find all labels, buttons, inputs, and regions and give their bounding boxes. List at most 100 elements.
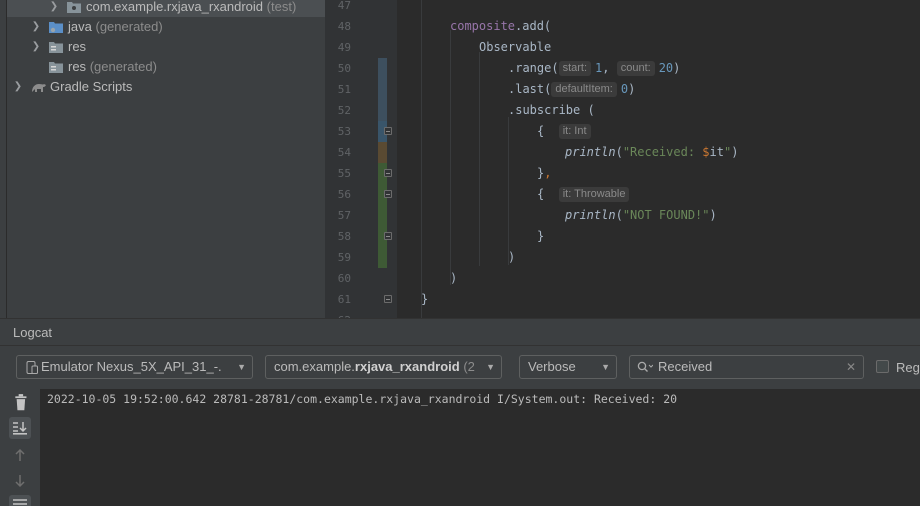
tree-row-java-generated[interactable]: ❯ java (generated) [7,17,325,37]
process-selector[interactable]: com.example.rxjava_rxandroid (2 ▼ [265,355,502,379]
indent-guide [450,30,451,285]
line-number: 55 [337,167,351,180]
code-line-53: { it: Int [537,121,595,142]
left-tool-strip [0,0,7,318]
log-line: 2022-10-05 19:52:00.642 28781-28781/com.… [47,392,678,406]
code-line-49: Observable [479,40,552,54]
resource-folder-icon [49,42,63,53]
code-line-59: ) [508,250,516,264]
logcat-title: Logcat [13,325,53,340]
code-line-52: .subscribe ( [508,103,595,117]
regex-label: Reg [896,360,920,375]
package-folder-icon [67,2,81,13]
soft-wrap-icon [13,499,27,505]
process-prefix: com.example. [274,359,355,374]
line-number: 58 [337,230,351,243]
dropdown-arrow-icon: ▼ [237,362,246,372]
code-line-57: println("NOT FOUND!") [565,208,717,222]
tree-suffix: (generated) [95,19,163,34]
code-line-51: .last(defaultItem: 0) [508,82,636,97]
line-number: 50 [337,62,351,75]
scroll-to-end-icon [13,422,27,435]
fold-marker-icon[interactable] [384,127,392,135]
resource-folder-icon [49,62,63,73]
project-panel: ❯ com.example.rxjava_rxandroid (test) ❯ … [7,0,325,318]
code-line-54: println("Received: $it") [565,145,739,159]
line-number: 52 [337,104,351,117]
editor-gutter: 47 48 49 50 51 52 53 54 55 56 57 58 59 6… [325,0,397,318]
fold-marker-icon[interactable] [384,295,392,303]
line-number: 61 [337,293,351,306]
device-selector[interactable]: Emulator Nexus_5X_API_31_-. ▼ [16,355,253,379]
indent-guide [479,52,480,266]
fold-marker-icon[interactable] [384,190,392,198]
chevron-right-icon[interactable]: ❯ [49,0,59,17]
chevron-right-icon[interactable]: ❯ [13,77,23,97]
chevron-right-icon[interactable]: ❯ [31,17,41,37]
indent-guide [508,117,509,265]
change-marker-modified [378,58,387,121]
device-selector-value: Emulator Nexus_5X_API_31_-. [41,359,222,374]
parameter-hint: count: [616,61,655,76]
tree-row-gradle-scripts[interactable]: ❯ Gradle Scripts [7,77,325,97]
search-icon [637,361,653,372]
tree-label: Gradle Scripts [50,79,133,94]
tree-row-res[interactable]: ❯ res [7,37,325,57]
change-marker-changed [378,142,387,163]
process-pid: (2 [463,359,475,374]
code-line-48: composite.add( [450,19,552,33]
arrow-down-icon[interactable] [14,474,26,488]
tree-row-test-package[interactable]: ❯ com.example.rxjava_rxandroid (test) [7,0,325,17]
process-name: rxjava_rxandroid [354,359,460,374]
code-editor[interactable]: 47 48 49 50 51 52 53 54 55 56 57 58 59 6… [325,0,920,318]
line-number: 47 [337,0,351,12]
tree-suffix: (test) [266,0,297,14]
line-number: 59 [337,251,351,264]
code-line-58: } [537,229,545,243]
arrow-up-icon[interactable] [14,448,26,462]
ide-window: ❯ com.example.rxjava_rxandroid (test) ❯ … [0,0,920,506]
indent-guide [421,0,422,318]
fold-marker-icon[interactable] [384,169,392,177]
code-line-50: .range(start: 1, count: 20) [508,61,681,76]
tree-label: res [68,59,87,74]
tree-row-res-generated[interactable]: res (generated) [7,57,325,77]
code-line-55: }, [537,166,552,180]
line-number: 57 [337,209,351,222]
log-level-value: Verbose [528,359,576,374]
chevron-right-icon[interactable]: ❯ [31,37,41,57]
line-number: 56 [337,188,351,201]
log-level-selector[interactable]: Verbose ▼ [519,355,617,379]
regex-checkbox[interactable] [876,360,889,373]
code-line-60: ) [450,271,458,285]
tree-label: java [68,19,92,34]
logcat-header: Logcat [0,319,920,346]
type-hint: it: Int [558,124,591,139]
tree-suffix: (generated) [89,59,157,74]
fold-marker-icon[interactable] [384,232,392,240]
dropdown-arrow-icon: ▼ [601,362,610,372]
code-line-56: { it: Throwable [537,184,633,205]
line-number: 62 [325,310,351,318]
clear-icon[interactable]: ✕ [846,356,856,378]
line-number: 48 [337,20,351,33]
search-input[interactable]: Received ✕ [629,355,864,379]
line-number: 54 [337,146,351,159]
logcat-output[interactable]: 2022-10-05 19:52:00.642 28781-28781/com.… [40,389,920,506]
gradle-icon [32,84,46,92]
dropdown-arrow-icon: ▼ [482,356,495,378]
change-marker-added [378,163,387,268]
trash-icon[interactable] [12,393,32,413]
line-number: 60 [337,272,351,285]
generated-folder-icon [49,22,63,33]
device-icon [26,361,38,374]
type-hint: it: Throwable [558,187,630,202]
logcat-toolbar [0,389,40,506]
tree-label: res [68,39,87,54]
soft-wrap-button[interactable] [9,495,31,506]
parameter-hint: defaultItem: [551,82,617,97]
code-line-61: } [421,292,429,306]
line-number: 49 [337,41,351,54]
scroll-to-end-button[interactable] [9,417,31,439]
line-number: 53 [337,125,351,138]
